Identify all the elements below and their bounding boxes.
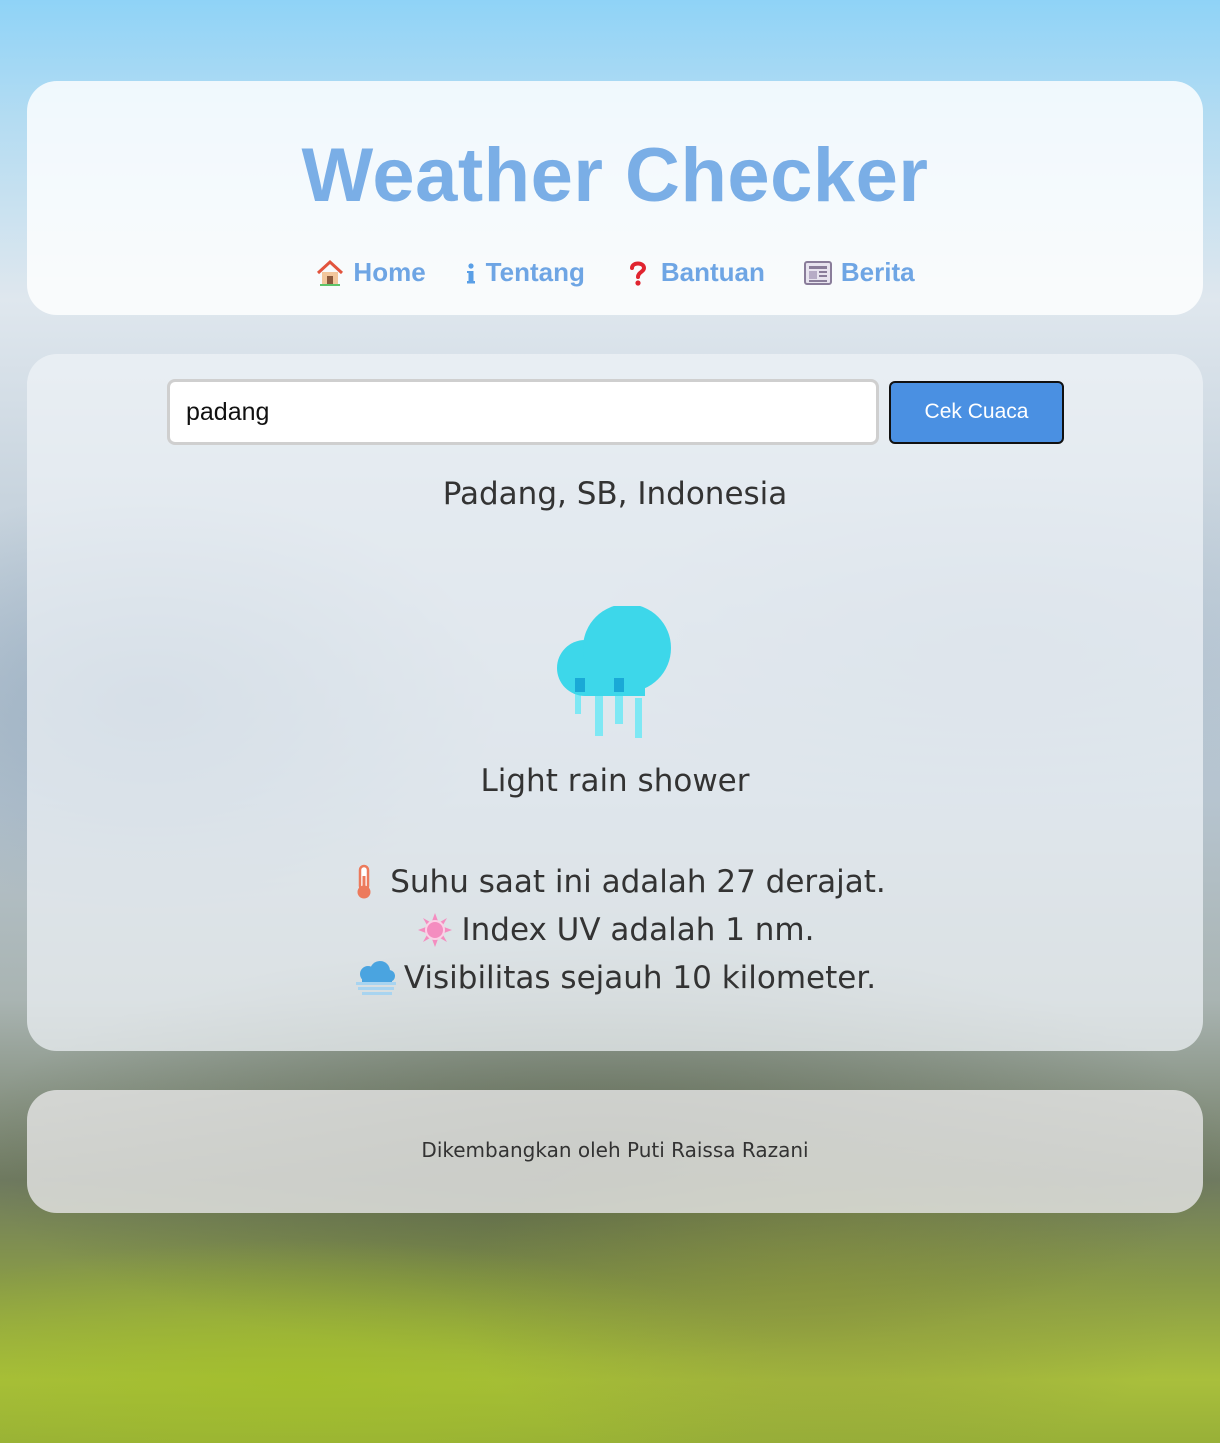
nav-item-home[interactable]: Home: [315, 257, 426, 288]
nav-label-tentang: Tentang: [485, 257, 585, 287]
uv-index-line: Index UV adalah 1 nm.: [27, 906, 1203, 954]
nav-item-bantuan[interactable]: Bantuan: [623, 257, 765, 288]
weather-condition: Light rain shower: [480, 763, 750, 799]
location-label: Padang, SB, Indonesia: [442, 476, 788, 512]
thermometer-icon: [344, 862, 384, 902]
footer-credit: Dikembangkan oleh Puti Raissa Razani: [421, 1138, 809, 1162]
city-search-input[interactable]: [167, 379, 879, 445]
temperature-line: Suhu saat ini adalah 27 derajat.: [27, 858, 1203, 906]
temperature-text: Suhu saat ini adalah 27 derajat.: [390, 864, 886, 900]
info-icon: [464, 258, 478, 288]
weather-details: Suhu saat ini adalah 27 derajat. Index U…: [27, 858, 1203, 1002]
uv-index-text: Index UV adalah 1 nm.: [461, 912, 815, 948]
nav-label-home: Home: [353, 257, 426, 287]
question-icon: [623, 258, 653, 288]
weather-card: Cek Cuaca Padang, SB, Indonesia Light ra…: [27, 354, 1203, 1051]
nav-label-bantuan: Bantuan: [660, 257, 765, 287]
footer-card: Dikembangkan oleh Puti Raissa Razani: [27, 1090, 1203, 1213]
house-icon: [315, 258, 345, 288]
search-form: Cek Cuaca: [167, 379, 1064, 445]
nav-item-berita[interactable]: Berita: [803, 257, 915, 288]
nav-label-berita: Berita: [840, 257, 915, 287]
nav-bar: Home Tentang Bantuan Berita: [27, 257, 1203, 288]
fog-cloud-icon: [354, 958, 398, 998]
rain-cloud-icon: [555, 604, 675, 740]
page-title: Weather Checker: [301, 133, 929, 218]
nav-item-tentang[interactable]: Tentang: [464, 257, 585, 288]
newspaper-icon: [803, 258, 833, 288]
sun-icon: [415, 910, 455, 950]
header-card: Weather Checker Home Tentang Bantuan Ber…: [27, 81, 1203, 315]
check-weather-button[interactable]: Cek Cuaca: [889, 380, 1064, 444]
visibility-text: Visibilitas sejauh 10 kilometer.: [403, 960, 877, 996]
visibility-line: Visibilitas sejauh 10 kilometer.: [27, 954, 1203, 1002]
